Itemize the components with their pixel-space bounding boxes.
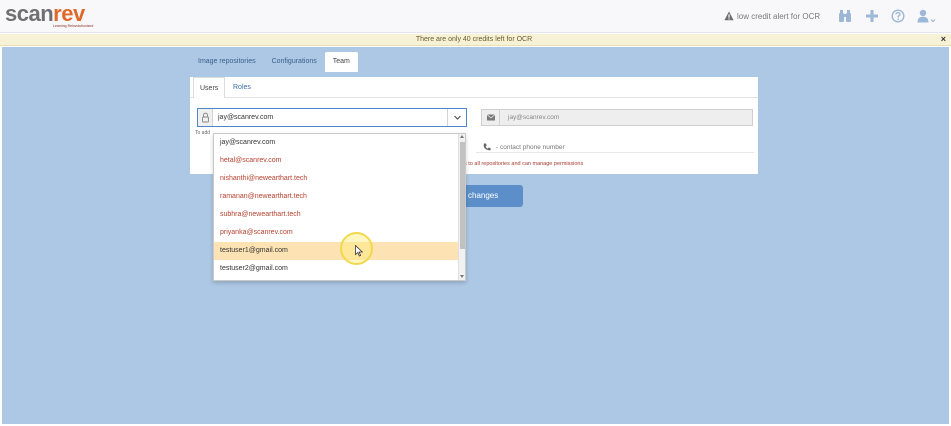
- dropdown-option[interactable]: subhra@newearthart.tech: [214, 206, 459, 224]
- logo-text-rev: rev: [53, 1, 85, 26]
- lock-icon: [202, 112, 209, 123]
- banner-close-icon[interactable]: ×: [941, 35, 946, 44]
- user-select-caret[interactable]: [447, 109, 466, 126]
- tab-image-repositories[interactable]: Image repositories: [190, 52, 264, 72]
- user-select-addon: [198, 109, 213, 126]
- contact-phone-label: - contact phone number: [496, 143, 565, 151]
- user-dropdown-list: jay@scanrev.com hetal@scanrev.com nishan…: [213, 133, 466, 281]
- credit-warning-banner: There are only 40 credits left for OCR ×: [0, 34, 951, 46]
- dropdown-option[interactable]: testuser2@gmail.com: [214, 260, 459, 278]
- user-select-value: jay@scanrev.com: [218, 114, 274, 121]
- phone-icon: [483, 143, 491, 151]
- add-user-hint: To add: [195, 130, 211, 136]
- low-credit-alert-text: low credit alert for OCR: [737, 11, 821, 21]
- user-menu-icon[interactable]: [917, 9, 937, 23]
- logo-tagline: Learning Reinvolutionized: [53, 24, 94, 28]
- binoculars-icon[interactable]: [838, 9, 852, 23]
- dropdown-option[interactable]: priyanka@scanrev.com: [214, 224, 459, 242]
- dropdown-option[interactable]: nishanthi@newearthart.tech: [214, 170, 459, 188]
- subtab-roles[interactable]: Roles: [227, 77, 257, 98]
- permission-note: s to all repositories and can manage per…: [464, 161, 584, 167]
- tab-configurations[interactable]: Configurations: [264, 52, 325, 72]
- save-changes-button[interactable]: changes: [463, 185, 523, 207]
- mouse-pointer-icon: [355, 245, 363, 257]
- scrollbar-thumb[interactable]: [460, 142, 465, 249]
- chevron-down-icon: [454, 115, 461, 120]
- banner-message: There are only 40 credits left for OCR: [415, 36, 533, 43]
- scroll-down-arrow-icon[interactable]: [460, 275, 464, 278]
- dropdown-option[interactable]: hetal@scanrev.com: [214, 152, 459, 170]
- email-field-addon: [482, 110, 500, 125]
- scanrev-logo[interactable]: scanrev Learning Reinvolutionized: [5, 1, 93, 30]
- plus-icon[interactable]: [865, 9, 879, 23]
- email-field[interactable]: jay@scanrev.com: [481, 109, 753, 126]
- dropdown-scrollbar[interactable]: [458, 134, 465, 280]
- tab-team[interactable]: Team: [324, 52, 358, 72]
- settings-tabs: Image repositories Configurations Team: [190, 52, 358, 72]
- warning-icon: [724, 11, 734, 21]
- contact-phone-row[interactable]: - contact phone number: [482, 142, 565, 152]
- dropdown-option[interactable]: jay@scanrev.com: [214, 134, 459, 152]
- logo-text-scan: scan: [5, 1, 54, 26]
- help-icon[interactable]: [891, 9, 905, 23]
- logo-wordmark: scanrev: [5, 1, 85, 26]
- envelope-icon: [486, 114, 496, 121]
- team-subtabs: Users Roles: [190, 77, 758, 98]
- user-select[interactable]: jay@scanrev.com: [197, 108, 467, 127]
- scroll-up-arrow-icon[interactable]: [460, 135, 464, 138]
- dropdown-option-highlighted[interactable]: testuser1@gmail.com: [214, 242, 459, 260]
- email-field-value: jay@scanrev.com: [508, 114, 560, 121]
- low-credit-alert-link[interactable]: low credit alert for OCR: [724, 10, 820, 22]
- field-divider: [476, 152, 754, 153]
- dropdown-option[interactable]: ramanan@newearthart.tech: [214, 188, 459, 206]
- subtab-users[interactable]: Users: [193, 77, 226, 98]
- top-bar: scanrev Learning Reinvolutionized low cr…: [0, 0, 951, 33]
